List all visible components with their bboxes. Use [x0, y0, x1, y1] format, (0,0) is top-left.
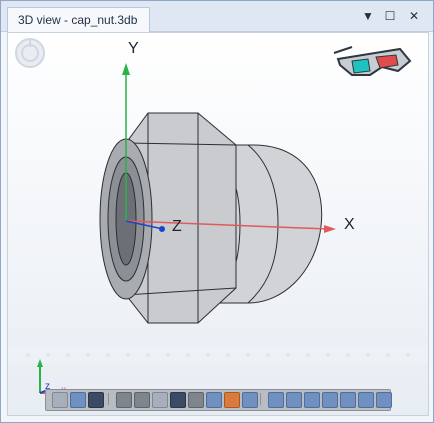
- tab-title: 3D view - cap_nut.3db: [18, 13, 138, 27]
- view-iso-icon[interactable]: [376, 392, 392, 408]
- y-axis-label: Y: [128, 40, 139, 57]
- stereo-glasses-icon[interactable]: [333, 46, 412, 76]
- maximize-icon: ☐: [384, 9, 396, 23]
- shaded-icon[interactable]: [70, 392, 86, 408]
- z-axis-arrow-icon: [159, 226, 165, 232]
- light-icon[interactable]: [152, 392, 168, 408]
- title-bar: 3D view - cap_nut.3db ▼ ☐ ✕: [1, 1, 433, 32]
- view-bottom-icon[interactable]: [358, 392, 374, 408]
- view-left-icon[interactable]: [304, 392, 320, 408]
- view-back-icon[interactable]: [286, 392, 302, 408]
- floor-pattern: [8, 347, 428, 363]
- dropdown-icon: ▼: [362, 9, 374, 23]
- x-axis-label: X: [344, 216, 355, 233]
- close-icon: ✕: [408, 9, 420, 23]
- document-tab[interactable]: 3D view - cap_nut.3db: [7, 7, 151, 32]
- z-axis-label: Z: [172, 218, 182, 235]
- view-front-icon[interactable]: [268, 392, 284, 408]
- view-toolbar: [45, 389, 392, 411]
- 3d-view-window: 3D view - cap_nut.3db ▼ ☐ ✕ Y X Z z: [0, 0, 434, 423]
- solid-icon[interactable]: [88, 392, 104, 408]
- pan-icon[interactable]: [134, 392, 150, 408]
- wireframe-icon[interactable]: [52, 392, 68, 408]
- scene: Y X Z z x: [8, 38, 428, 396]
- view-top-icon[interactable]: [340, 392, 356, 408]
- box-icon[interactable]: [242, 392, 258, 408]
- x-axis-arrow-icon: [324, 225, 336, 233]
- toolbar-separator: [260, 393, 261, 405]
- display-icon[interactable]: [206, 392, 222, 408]
- dropdown-button[interactable]: ▼: [360, 8, 376, 24]
- maximize-button[interactable]: ☐: [382, 8, 398, 24]
- highlight-icon[interactable]: [224, 392, 240, 408]
- texture-icon[interactable]: [170, 392, 186, 408]
- y-axis-arrow-icon: [122, 63, 130, 75]
- orientation-compass-icon[interactable]: [15, 38, 45, 68]
- mesh-icon[interactable]: [188, 392, 204, 408]
- view-right-icon[interactable]: [322, 392, 338, 408]
- toolbar-separator: [108, 393, 109, 405]
- close-button[interactable]: ✕: [406, 8, 422, 24]
- 3d-viewport[interactable]: Y X Z z x: [7, 32, 429, 416]
- zoom-icon[interactable]: [116, 392, 132, 408]
- cap-nut-model[interactable]: [99, 112, 323, 324]
